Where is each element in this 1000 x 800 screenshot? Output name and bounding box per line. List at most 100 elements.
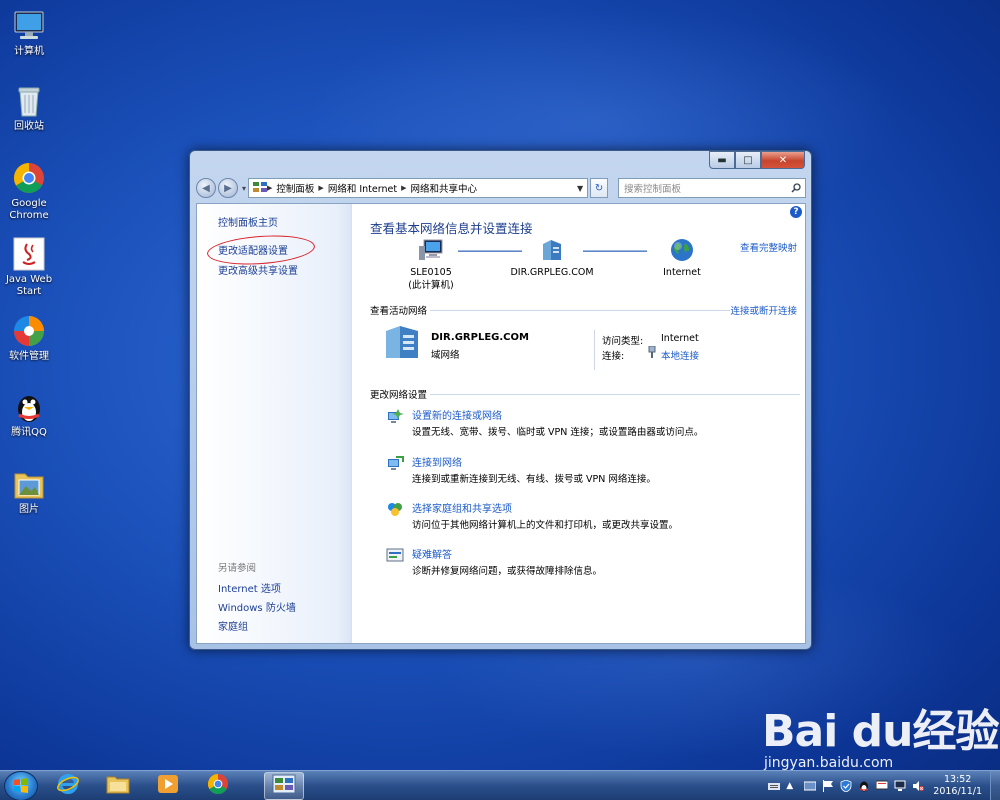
- task-description: 诊断并修复网络问题，或获得故障排除信息。: [412, 566, 603, 577]
- desktop-icon-label: 计算机: [14, 46, 44, 57]
- search-box[interactable]: 搜索控制面板: [618, 178, 807, 198]
- homegroup-sharing-link[interactable]: 选择家庭组和共享选项: [412, 500, 512, 515]
- taskbar: ▲ 13:52 2016/11/1: [0, 770, 1000, 800]
- media-player-icon: [156, 773, 180, 798]
- help-icon[interactable]: ?: [790, 206, 802, 218]
- control-panel-home-link[interactable]: 控制面板主页: [218, 214, 278, 229]
- homegroup-link[interactable]: 家庭组: [218, 618, 248, 633]
- windows-firewall-link[interactable]: Windows 防火墙: [218, 599, 296, 614]
- main-pane: ? 查看基本网络信息并设置连接 查看完整映射 SLE0105 (此计算机) DI…: [352, 204, 805, 643]
- control-panel-icon: [272, 774, 296, 797]
- search-input[interactable]: 搜索控制面板: [624, 181, 681, 195]
- desktop-icon-recycle-bin[interactable]: 回收站: [2, 83, 56, 133]
- view-full-map-link[interactable]: 查看完整映射: [740, 240, 797, 254]
- node-name: SLE0105: [410, 267, 452, 278]
- system-clock[interactable]: 13:52 2016/11/1: [933, 774, 982, 798]
- notification-icon[interactable]: [875, 780, 889, 792]
- desktop-icon-computer[interactable]: 计算机: [2, 8, 56, 58]
- task-description: 连接到或重新连接到无线、有线、拨号或 VPN 网络连接。: [412, 474, 656, 485]
- left-task-pane: 控制面板主页 更改适配器设置 更改高级共享设置 另请参阅 Internet 选项…: [197, 204, 352, 643]
- taskbar-ie-button[interactable]: [48, 772, 88, 800]
- shield-icon[interactable]: [840, 779, 852, 792]
- desktop-icon-software-manager[interactable]: 软件管理: [2, 313, 56, 363]
- maximize-button[interactable]: □: [735, 151, 761, 169]
- desktop-icon-label: Google Chrome: [9, 198, 49, 221]
- watermark-url: jingyan.baidu.com: [764, 755, 894, 771]
- ethernet-icon: [648, 345, 656, 361]
- connect-disconnect-link[interactable]: 连接或断开连接: [730, 303, 797, 317]
- volume-muted-icon[interactable]: [912, 780, 925, 792]
- content-area: 控制面板主页 更改适配器设置 更改高级共享设置 另请参阅 Internet 选项…: [196, 203, 806, 644]
- computer-icon: [11, 8, 47, 44]
- minimize-button[interactable]: ▬: [709, 151, 735, 169]
- breadcrumb-network-sharing-center[interactable]: 网络和共享中心: [410, 181, 477, 195]
- desktop-icon-qq[interactable]: 腾讯QQ: [2, 389, 56, 439]
- navigation-bar: ◀ ▶ ▾ ▶ 控制面板 ▶ 网络和 Internet ▶ 网络和共享中心 ▼ …: [196, 177, 807, 199]
- domain-network-icon: [382, 325, 422, 359]
- breadcrumb-separator-icon[interactable]: ▶: [267, 184, 272, 192]
- taskbar-explorer-button[interactable]: [98, 772, 138, 800]
- new-connection-icon: [386, 407, 404, 425]
- active-network-name: DIR.GRPLEG.COM: [431, 332, 529, 343]
- active-network-type: 域网络: [431, 350, 460, 361]
- breadcrumb-separator-icon[interactable]: ▶: [318, 184, 323, 192]
- vertical-divider: [594, 330, 595, 370]
- node-subtitle: (此计算机): [408, 280, 454, 291]
- change-advanced-sharing-link[interactable]: 更改高级共享设置: [218, 262, 298, 277]
- active-networks-heading: 查看活动网络: [370, 306, 428, 317]
- close-button[interactable]: ✕: [761, 151, 805, 169]
- forward-button[interactable]: ▶: [218, 178, 238, 198]
- internet-explorer-icon: [56, 772, 80, 799]
- watermark-brand: Bai du经验: [762, 706, 999, 757]
- page-title: 查看基本网络信息并设置连接: [370, 221, 533, 236]
- breadcrumb-network-internet[interactable]: 网络和 Internet: [328, 181, 397, 195]
- section-divider: [430, 394, 800, 395]
- internet-options-link[interactable]: Internet 选项: [218, 580, 281, 595]
- breadcrumb-separator-icon[interactable]: ▶: [401, 184, 406, 192]
- taskbar-control-panel-button[interactable]: [264, 771, 304, 800]
- chevron-up-icon[interactable]: ▲: [786, 780, 798, 792]
- start-button[interactable]: [4, 770, 38, 800]
- network-icon[interactable]: [894, 780, 906, 792]
- computer-icon: [417, 238, 445, 262]
- section-divider: [430, 310, 730, 311]
- system-tray: ▲ 13:52 2016/11/1: [765, 770, 1000, 800]
- connect-to-network-link[interactable]: 连接到网络: [412, 454, 462, 469]
- troubleshoot-link[interactable]: 疑难解答: [412, 546, 452, 561]
- access-type-value: Internet: [661, 333, 699, 344]
- software-manager-icon: [11, 313, 47, 349]
- window-controls: ▬ □ ✕: [709, 151, 805, 169]
- windows-logo-icon: [14, 777, 28, 793]
- keyboard-icon[interactable]: [768, 780, 781, 792]
- network-node-computer: SLE0105 (此计算机): [396, 238, 466, 292]
- desktop-icon-pictures[interactable]: 图片: [2, 466, 56, 516]
- desktop-icon-label: 软件管理: [9, 351, 49, 362]
- recent-pages-dropdown[interactable]: ▾: [242, 184, 246, 193]
- network-sharing-window: ▬ □ ✕ ◀ ▶ ▾ ▶ 控制面板 ▶ 网络和 Internet ▶ 网络和共…: [189, 150, 812, 650]
- desktop-icon-java-web-start[interactable]: Java Web Start: [2, 236, 56, 298]
- flag-icon[interactable]: [822, 779, 834, 792]
- show-desktop-button[interactable]: [990, 770, 1000, 800]
- change-settings-heading: 更改网络设置: [370, 390, 428, 401]
- arrow-left-icon: ◀: [202, 182, 210, 194]
- qq-tray-icon[interactable]: [858, 780, 870, 792]
- desktop-icon-chrome[interactable]: Google Chrome: [2, 160, 56, 222]
- address-bar[interactable]: ▶ 控制面板 ▶ 网络和 Internet ▶ 网络和共享中心 ▼: [248, 178, 589, 198]
- folder-icon: [106, 773, 130, 798]
- local-connection-link[interactable]: 本地连接: [661, 348, 699, 362]
- search-icon[interactable]: [787, 179, 805, 197]
- server-icon: [538, 238, 566, 262]
- refresh-button[interactable]: ↻: [590, 178, 609, 198]
- globe-icon: [668, 238, 696, 262]
- taskbar-media-player-button[interactable]: [148, 772, 188, 800]
- back-button[interactable]: ◀: [196, 178, 216, 198]
- network-node-domain: DIR.GRPLEG.COM: [492, 238, 612, 279]
- breadcrumb-control-panel[interactable]: 控制面板: [276, 181, 314, 195]
- setup-connection-link[interactable]: 设置新的连接或网络: [412, 407, 502, 422]
- homegroup-icon: [386, 500, 404, 518]
- address-dropdown-icon[interactable]: ▼: [573, 184, 587, 193]
- refresh-icon: ↻: [594, 182, 604, 194]
- taskbar-icon[interactable]: [803, 780, 817, 792]
- taskbar-chrome-button[interactable]: [198, 772, 238, 800]
- connection-line: [583, 250, 647, 252]
